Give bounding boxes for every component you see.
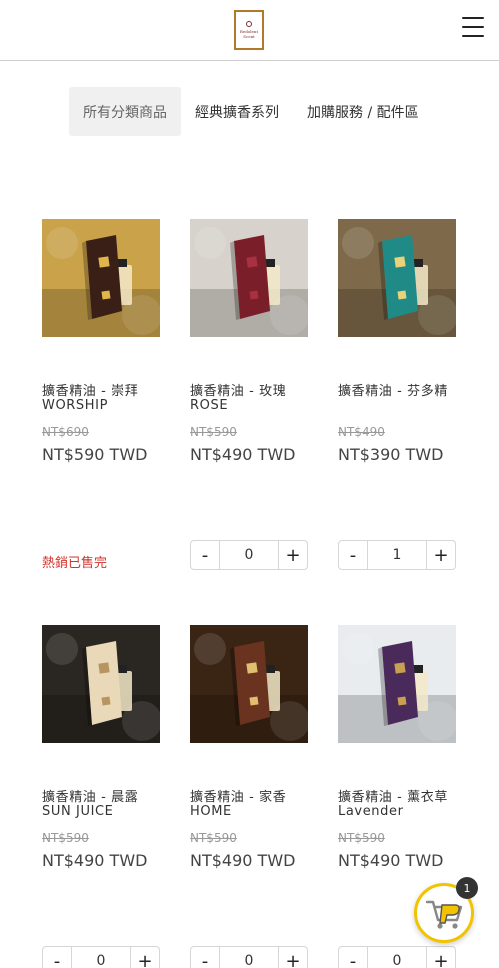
- product-card-sun-juice: 擴香精油 - 晨露 SUN JUICE NT$590 NT$490 TWD - …: [42, 625, 160, 968]
- decrease-quantity-button[interactable]: -: [339, 947, 368, 968]
- worship-product-photo[interactable]: [42, 219, 160, 337]
- quantity-input[interactable]: [72, 947, 130, 968]
- product-name[interactable]: 擴香精油 - 薰衣草 Lavender: [338, 791, 456, 819]
- product-card-phytoncide: 擴香精油 - 芬多精 NT$490 NT$390 TWD - +: [338, 219, 456, 570]
- decrease-quantity-button[interactable]: -: [191, 947, 220, 968]
- product-original-price: NT$590: [42, 831, 89, 845]
- quantity-input[interactable]: [220, 947, 278, 968]
- product-card-rose: 擴香精油 - 玫瑰 ROSE NT$590 NT$490 TWD - +: [190, 219, 308, 570]
- product-original-price: NT$590: [190, 831, 237, 845]
- hamburger-menu-icon[interactable]: [462, 17, 484, 37]
- quantity-stepper: - +: [42, 946, 160, 968]
- category-tabs: 所有分類商品 經典擴香系列 加購服務 / 配件區: [69, 87, 433, 136]
- product-price: NT$590 TWD: [42, 445, 148, 464]
- decrease-quantity-button[interactable]: -: [191, 541, 220, 569]
- product-card-worship: 擴香精油 - 崇拜 WORSHIP NT$690 NT$590 TWD 熱銷已售…: [42, 219, 160, 571]
- increase-quantity-button[interactable]: +: [426, 541, 455, 569]
- shopping-cart-icon: [425, 900, 463, 929]
- tab-classic-diffuser[interactable]: 經典擴香系列: [181, 87, 293, 136]
- product-name[interactable]: 擴香精油 - 玫瑰 ROSE: [190, 385, 308, 413]
- product-name[interactable]: 擴香精油 - 晨露 SUN JUICE: [42, 791, 160, 819]
- quantity-input[interactable]: [368, 947, 426, 968]
- increase-quantity-button[interactable]: +: [130, 947, 159, 968]
- phytoncide-product-photo[interactable]: [338, 219, 456, 337]
- brand-logo[interactable]: Redolent Scent: [234, 10, 264, 50]
- product-original-price: NT$590: [190, 425, 237, 439]
- quantity-stepper: - +: [338, 946, 456, 968]
- increase-quantity-button[interactable]: +: [278, 541, 307, 569]
- site-header: Redolent Scent: [0, 0, 499, 61]
- cart-count-badge: 1: [456, 877, 478, 899]
- product-price: NT$490 TWD: [190, 851, 296, 870]
- product-original-price: NT$490: [338, 425, 385, 439]
- tab-addons[interactable]: 加購服務 / 配件區: [293, 87, 433, 136]
- logo-text: Redolent Scent: [239, 29, 259, 39]
- quantity-input[interactable]: [220, 541, 278, 569]
- decrease-quantity-button[interactable]: -: [43, 947, 72, 968]
- product-name[interactable]: 擴香精油 - 芬多精: [338, 385, 456, 399]
- quantity-input[interactable]: [368, 541, 426, 569]
- logo-emblem-icon: [246, 21, 252, 27]
- increase-quantity-button[interactable]: +: [426, 947, 455, 968]
- quantity-stepper: - +: [190, 540, 308, 570]
- product-price: NT$490 TWD: [338, 851, 444, 870]
- product-name[interactable]: 擴香精油 - 崇拜 WORSHIP: [42, 385, 160, 413]
- product-price: NT$490 TWD: [42, 851, 148, 870]
- product-card-lavender: 擴香精油 - 薰衣草 Lavender NT$590 NT$490 TWD - …: [338, 625, 456, 968]
- sun-juice-product-photo[interactable]: [42, 625, 160, 743]
- quantity-stepper: - +: [190, 946, 308, 968]
- sold-out-label: 熱銷已售完: [42, 556, 108, 571]
- increase-quantity-button[interactable]: +: [278, 947, 307, 968]
- product-original-price: NT$590: [338, 831, 385, 845]
- quantity-stepper: - +: [338, 540, 456, 570]
- product-price: NT$390 TWD: [338, 445, 444, 464]
- product-name[interactable]: 擴香精油 - 家香 HOME: [190, 791, 308, 819]
- decrease-quantity-button[interactable]: -: [339, 541, 368, 569]
- lavender-product-photo[interactable]: [338, 625, 456, 743]
- rose-product-photo[interactable]: [190, 219, 308, 337]
- product-original-price: NT$690: [42, 425, 89, 439]
- product-card-home: 擴香精油 - 家香 HOME NT$590 NT$490 TWD - +: [190, 625, 308, 968]
- tab-all-products[interactable]: 所有分類商品: [69, 87, 181, 136]
- home-product-photo[interactable]: [190, 625, 308, 743]
- product-price: NT$490 TWD: [190, 445, 296, 464]
